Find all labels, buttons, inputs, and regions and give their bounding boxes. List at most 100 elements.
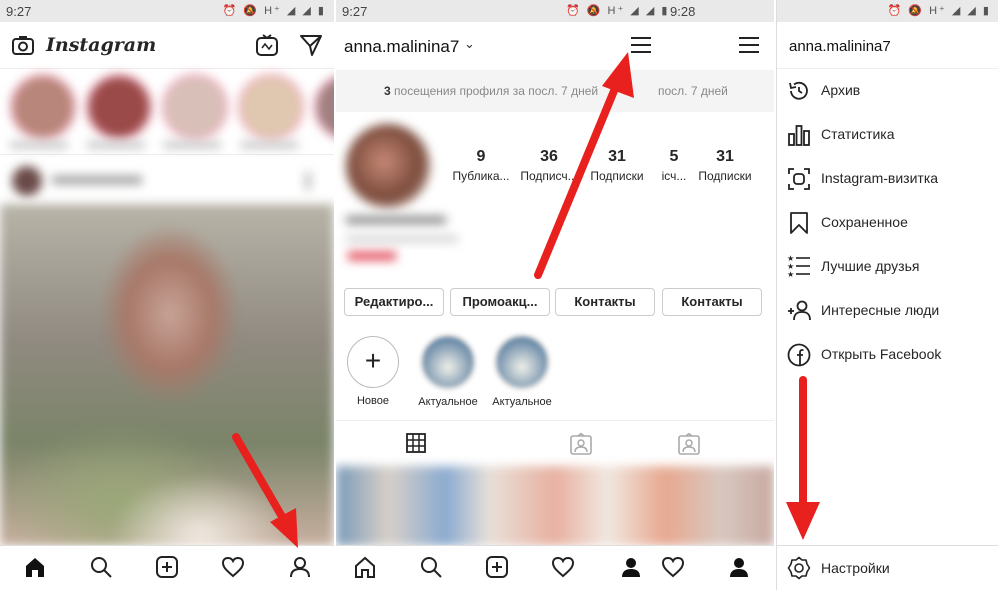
stat-value: 31 <box>716 148 734 165</box>
menu-item-label: Архив <box>821 82 861 98</box>
post-more-icon[interactable] <box>305 172 311 190</box>
highlight-label: Актуальное <box>418 396 478 408</box>
home-icon[interactable] <box>354 556 376 578</box>
highlight-label: Актуальное <box>492 396 552 408</box>
profile-grid[interactable] <box>336 466 774 546</box>
stat-label: ісч... <box>661 169 687 183</box>
stories-row <box>0 70 334 155</box>
visits-banner[interactable]: 3 посещения профиля за посл. 7 дней посл… <box>336 70 774 112</box>
heart-icon[interactable] <box>552 556 574 578</box>
highlight-new[interactable]: + Новое <box>346 336 400 407</box>
story-avatar[interactable] <box>162 74 228 140</box>
grid-icon[interactable] <box>406 433 426 453</box>
stat-following-dup: 31 Подписки <box>692 148 758 183</box>
archive-icon <box>787 79 811 103</box>
add-highlight-icon: + <box>347 336 399 388</box>
profile-avatar[interactable] <box>346 124 430 208</box>
promotions-button[interactable]: Промоакц... <box>450 288 550 316</box>
profile-icon-dup <box>728 556 750 578</box>
heart-icon[interactable] <box>222 556 244 578</box>
stat-label: Подписки <box>590 169 644 183</box>
status-time: 9:27 <box>342 4 368 19</box>
edit-profile-button[interactable]: Редактиро... <box>344 288 444 316</box>
story-avatar[interactable] <box>314 74 334 140</box>
contacts-button[interactable]: Контакты <box>555 288 655 316</box>
profile-bio <box>346 236 458 242</box>
stat-value: 5 <box>669 148 679 165</box>
visits-count: 3 <box>384 84 391 98</box>
menu-panel: ⏰ 🔕 H⁺ ◢ ◢ ▮ anna.malinina7 Архив Статис… <box>776 0 998 590</box>
bottom-nav <box>0 545 334 590</box>
app-logo: Instagram <box>46 34 157 56</box>
stat-followers-partial: 5 ісч... <box>654 148 694 183</box>
menu-item-nametag[interactable]: Instagram-визитка <box>777 156 998 200</box>
igtv-icon[interactable] <box>256 34 278 56</box>
menu-item-close-friends[interactable]: ★ ★ ★ Лучшие друзья <box>777 244 998 288</box>
settings-label: Настройки <box>821 560 890 576</box>
profile-icon[interactable] <box>289 556 311 578</box>
stat-label: Подписч... <box>520 169 578 183</box>
profile-tabs <box>336 420 774 465</box>
tagged-icon[interactable] <box>570 433 592 455</box>
status-bar: 9:27 ⏰ 🔕 H⁺ ◢ ◢ ▮ <box>0 0 334 22</box>
stat-label: Публика... <box>452 169 510 183</box>
story-avatar[interactable] <box>86 74 152 140</box>
stat-value: 36 <box>540 148 558 165</box>
status-icons: ⏰ 🔕 H⁺ ◢ ◢ ▮ <box>887 5 991 17</box>
profile-name <box>346 216 446 224</box>
menu-item-label: Instagram-визитка <box>821 170 939 186</box>
stats-icon <box>787 123 811 147</box>
highlight-label: Новое <box>356 395 390 407</box>
new-post-icon[interactable] <box>156 556 178 578</box>
new-post-icon[interactable] <box>486 556 508 578</box>
stat-label: Подписки <box>698 169 752 183</box>
menu-item-settings[interactable]: Настройки <box>777 545 998 590</box>
profile-header: anna.malinina7 ⌄ <box>336 22 774 68</box>
status-time: 9:27 <box>6 4 32 19</box>
search-icon[interactable] <box>420 556 442 578</box>
menu-item-facebook[interactable]: Открыть Facebook <box>777 332 998 376</box>
chevron-down-icon[interactable]: ⌄ <box>464 36 475 52</box>
facebook-icon <box>787 343 811 367</box>
stat-following[interactable]: 31 Подписки <box>584 148 650 183</box>
stat-posts[interactable]: 9 Публика... <box>448 148 514 183</box>
post-image[interactable] <box>0 204 334 546</box>
home-icon[interactable] <box>24 556 46 578</box>
profile-icon[interactable] <box>620 556 642 578</box>
stat-value: 31 <box>608 148 626 165</box>
stat-value: 9 <box>476 148 486 165</box>
profile-panel: 9:27 ⏰ 🔕 H⁺ ◢ ◢ ▮ 9:28 anna.malinina7 ⌄ … <box>336 0 774 590</box>
post-username[interactable] <box>52 176 142 184</box>
status-icons: ⏰ 🔕 H⁺ ◢ ◢ ▮ <box>222 5 326 17</box>
feed-header: Instagram <box>0 22 334 69</box>
menu-header: anna.malinina7 <box>777 22 998 69</box>
menu-item-saved[interactable]: Сохраненное <box>777 200 998 244</box>
story-names <box>10 142 330 148</box>
menu-item-label: Сохраненное <box>821 214 908 230</box>
direct-icon[interactable] <box>300 34 322 56</box>
stat-followers[interactable]: 36 Подписч... <box>516 148 582 183</box>
menu-item-discover-people[interactable]: Интересные люди <box>777 288 998 332</box>
svg-text:★: ★ <box>787 270 794 278</box>
feed-panel: 9:27 ⏰ 🔕 H⁺ ◢ ◢ ▮ Instagram <box>0 0 334 590</box>
menu-item-stats[interactable]: Статистика <box>777 112 998 156</box>
menu-icon[interactable] <box>630 36 652 54</box>
story-avatar[interactable] <box>238 74 304 140</box>
menu-item-archive[interactable]: Архив <box>777 68 998 112</box>
close-friends-icon: ★ ★ ★ <box>787 254 811 278</box>
highlight-item[interactable]: Актуальное <box>490 334 554 408</box>
highlight-item[interactable]: Актуальное <box>416 334 480 408</box>
add-person-icon <box>787 299 811 323</box>
search-icon[interactable] <box>90 556 112 578</box>
menu-icon-dup <box>738 36 760 54</box>
story-avatar[interactable] <box>10 74 76 140</box>
profile-username[interactable]: anna.malinina7 <box>344 37 459 57</box>
status-icons: ⏰ 🔕 H⁺ ◢ ◢ ▮ <box>566 5 670 17</box>
bottom-nav <box>336 545 774 590</box>
post-avatar[interactable] <box>12 166 42 196</box>
bookmark-icon <box>787 211 811 235</box>
highlight-cover <box>420 334 476 390</box>
contacts-button-dup: Контакты <box>662 288 762 316</box>
status-bar: 9:27 ⏰ 🔕 H⁺ ◢ ◢ ▮ 9:28 <box>336 0 774 22</box>
camera-icon[interactable] <box>12 35 34 55</box>
